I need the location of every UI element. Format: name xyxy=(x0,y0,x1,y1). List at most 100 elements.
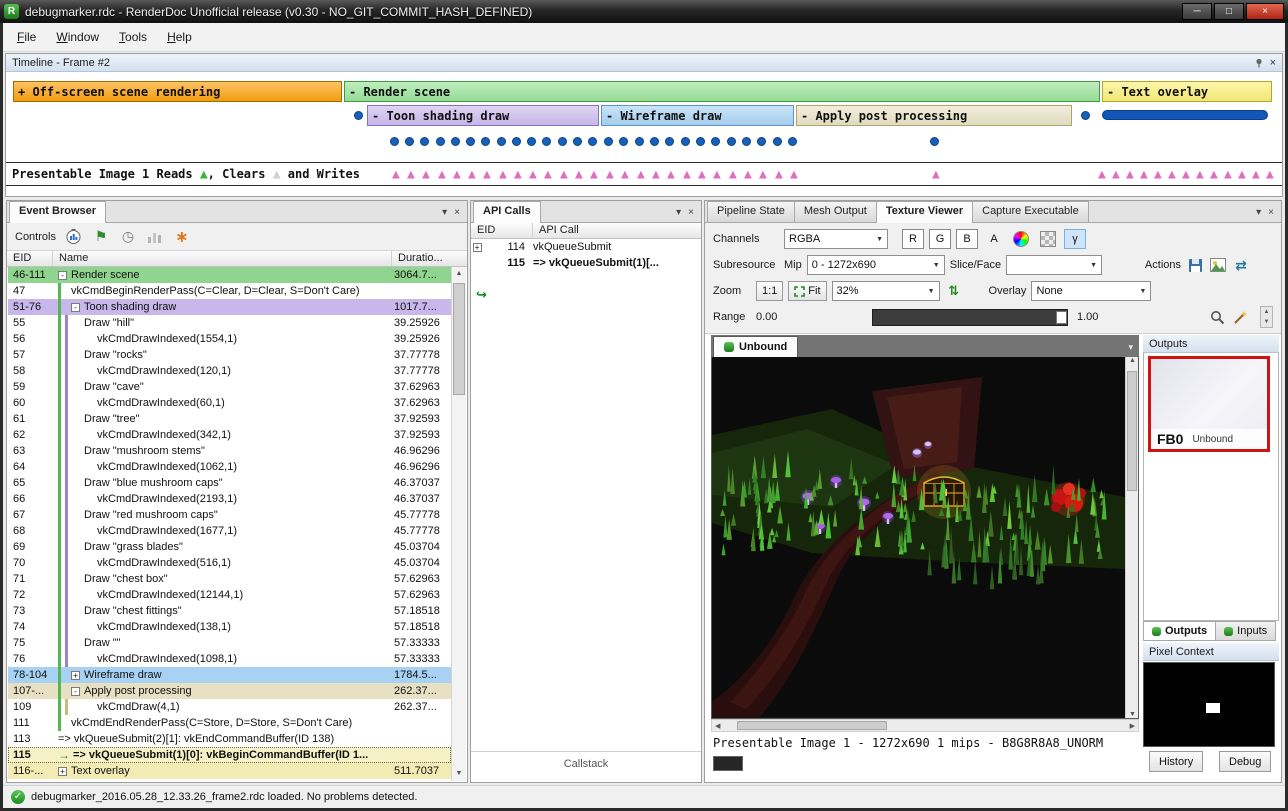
chevron-down-icon[interactable]: ▾ xyxy=(442,207,447,218)
event-row[interactable]: 76vkCmdDrawIndexed(1098,1)57.33333 xyxy=(8,651,451,667)
draw-dot[interactable] xyxy=(558,137,567,146)
event-row[interactable]: 63Draw "mushroom stems"46.96296 xyxy=(8,443,451,459)
scroll-down-icon[interactable]: ▼ xyxy=(452,767,466,781)
menu-item-file[interactable]: File xyxy=(7,26,46,48)
event-row[interactable]: 109vkCmdDraw(4,1)262.37... xyxy=(8,699,451,715)
tab-mesh-output[interactable]: Mesh Output xyxy=(794,201,877,222)
event-row[interactable]: 74vkCmdDrawIndexed(138,1)57.18518 xyxy=(8,619,451,635)
goto-resource-icon[interactable]: ⇄ xyxy=(1232,256,1250,274)
draw-dot[interactable] xyxy=(573,137,582,146)
close-button[interactable]: × xyxy=(1246,3,1284,20)
draw-dot[interactable] xyxy=(681,137,690,146)
event-row[interactable]: 55Draw "hill"39.25926 xyxy=(8,315,451,331)
menu-item-tools[interactable]: Tools xyxy=(109,26,157,48)
tab-inputs[interactable]: Inputs xyxy=(1215,621,1276,641)
callstack-section[interactable]: Callstack xyxy=(471,751,701,770)
expand-icon[interactable]: + xyxy=(71,671,80,680)
timeline-bar[interactable]: - Render scene xyxy=(344,81,1100,102)
draw-dot[interactable] xyxy=(1081,111,1090,120)
timeline-bar[interactable]: - Text overlay xyxy=(1102,81,1272,102)
col-duration[interactable]: Duratio... xyxy=(392,251,467,266)
chevron-down-icon[interactable]: ▾ xyxy=(676,207,681,218)
collapse-icon[interactable]: - xyxy=(71,687,80,696)
api-call-row[interactable]: +114vkQueueSubmit xyxy=(471,239,701,255)
autofit-wand-icon[interactable] xyxy=(1231,308,1249,326)
collapse-icon[interactable]: - xyxy=(71,303,80,312)
expand-icon[interactable]: + xyxy=(58,767,67,776)
event-row[interactable]: 59Draw "cave"37.62963 xyxy=(8,379,451,395)
checkerboard-button[interactable] xyxy=(1037,229,1059,249)
event-row[interactable]: 73Draw "chest fittings"57.18518 xyxy=(8,603,451,619)
draw-dot[interactable] xyxy=(757,137,766,146)
draw-dot[interactable] xyxy=(742,137,751,146)
timeline-close-icon[interactable]: × xyxy=(1270,57,1276,69)
draw-dot[interactable] xyxy=(420,137,429,146)
overlay-select[interactable]: None▼ xyxy=(1031,281,1151,301)
scroll-left-icon[interactable]: ◀ xyxy=(712,722,723,730)
event-row[interactable]: 69Draw "grass blades"45.03704 xyxy=(8,539,451,555)
channel-b-button[interactable]: B xyxy=(956,229,978,249)
stats-icon[interactable] xyxy=(146,228,164,246)
save-icon[interactable] xyxy=(1186,256,1204,274)
draw-dot[interactable] xyxy=(542,137,551,146)
event-row[interactable]: 47vkCmdBeginRenderPass(C=Clear, D=Clear,… xyxy=(8,283,451,299)
timeline-bar[interactable]: + Off-screen scene rendering xyxy=(13,81,342,102)
draw-dot[interactable] xyxy=(604,137,613,146)
event-row[interactable]: 107-...-Apply post processing262.37... xyxy=(8,683,451,699)
tab-pipeline-state[interactable]: Pipeline State xyxy=(707,201,795,222)
spinner-down-icon[interactable]: ▼ xyxy=(1261,317,1272,327)
minimize-button[interactable]: ─ xyxy=(1182,3,1212,20)
event-row[interactable]: 71Draw "chest box"57.62963 xyxy=(8,571,451,587)
close-icon[interactable]: × xyxy=(1268,207,1274,218)
draw-dot[interactable] xyxy=(773,137,782,146)
tab-event-browser[interactable]: Event Browser xyxy=(9,201,106,223)
zoom-fit-button[interactable]: Fit xyxy=(788,281,826,301)
scroll-up-icon[interactable]: ▲ xyxy=(1126,357,1138,364)
event-row[interactable]: 116-...+Text overlay511.7037 xyxy=(8,763,451,779)
event-row[interactable]: 67Draw "red mushroom caps"45.77778 xyxy=(8,507,451,523)
timeline-bar[interactable]: - Apply post processing xyxy=(796,105,1072,126)
event-row[interactable]: 72vkCmdDrawIndexed(12144,1)57.62963 xyxy=(8,587,451,603)
event-row[interactable]: 113=> vkQueueSubmit(2)[1]: vkEndCommandB… xyxy=(8,731,451,747)
zoom-level-combo[interactable]: 32%▼ xyxy=(832,281,940,301)
draw-dot[interactable] xyxy=(451,137,460,146)
flip-y-icon[interactable]: ⇅ xyxy=(945,282,963,300)
range-spinner[interactable]: ▲ ▼ xyxy=(1260,306,1273,328)
pixel-context-view[interactable] xyxy=(1143,662,1275,747)
bookmark-icon[interactable]: ∗ xyxy=(173,228,191,246)
export-image-icon[interactable] xyxy=(1209,256,1227,274)
timeline-body[interactable]: + Off-screen scene rendering- Render sce… xyxy=(6,72,1282,196)
chevron-down-icon[interactable]: ▾ xyxy=(1128,342,1139,357)
event-row[interactable]: 64vkCmdDrawIndexed(1062,1)46.96296 xyxy=(8,459,451,475)
scroll-up-icon[interactable]: ▲ xyxy=(452,267,466,281)
history-button[interactable]: History xyxy=(1149,751,1203,772)
event-browser-scrollbar[interactable]: ▲ ▼ xyxy=(451,267,466,781)
draw-dot[interactable] xyxy=(619,137,628,146)
tab-texture-viewer[interactable]: Texture Viewer xyxy=(876,201,973,223)
event-row[interactable]: 62vkCmdDrawIndexed(342,1)37.92593 xyxy=(8,427,451,443)
texture-horizontal-scrollbar[interactable]: ◀ ▶ xyxy=(711,719,1139,732)
gamma-button[interactable]: γ xyxy=(1064,229,1086,249)
event-row[interactable]: 111vkCmdEndRenderPass(C=Store, D=Store, … xyxy=(8,715,451,731)
scrollbar-thumb[interactable] xyxy=(1127,371,1137,491)
event-row[interactable]: 68vkCmdDrawIndexed(1677,1)45.77778 xyxy=(8,523,451,539)
scroll-down-icon[interactable]: ▼ xyxy=(1126,711,1138,718)
draw-dot[interactable] xyxy=(481,137,490,146)
channel-a-button[interactable]: A xyxy=(983,229,1005,249)
draw-dot[interactable] xyxy=(497,137,506,146)
api-call-row[interactable]: 115=> vkQueueSubmit(1)[... xyxy=(471,255,701,271)
tab-api-calls[interactable]: API Calls xyxy=(473,201,541,223)
maximize-button[interactable]: □ xyxy=(1214,3,1244,20)
col-eid[interactable]: EID xyxy=(7,251,53,266)
event-row[interactable]: 56vkCmdDrawIndexed(1554,1)39.25926 xyxy=(8,331,451,347)
draw-span-bar[interactable] xyxy=(1102,110,1268,120)
zoom-range-icon[interactable] xyxy=(1208,308,1226,326)
texture-image-viewport[interactable]: ▲ ▼ xyxy=(711,357,1139,719)
event-row[interactable]: 51-76-Toon shading draw1017.7... xyxy=(8,299,451,315)
event-row[interactable]: 115→=> vkQueueSubmit(1)[0]: vkBeginComma… xyxy=(8,747,451,763)
mip-select[interactable]: 0 - 1272x690▼ xyxy=(807,255,945,275)
event-row[interactable]: 75Draw ""57.33333 xyxy=(8,635,451,651)
draw-dot[interactable] xyxy=(466,137,475,146)
chevron-down-icon[interactable]: ▾ xyxy=(1256,207,1261,218)
draw-dot[interactable] xyxy=(635,137,644,146)
